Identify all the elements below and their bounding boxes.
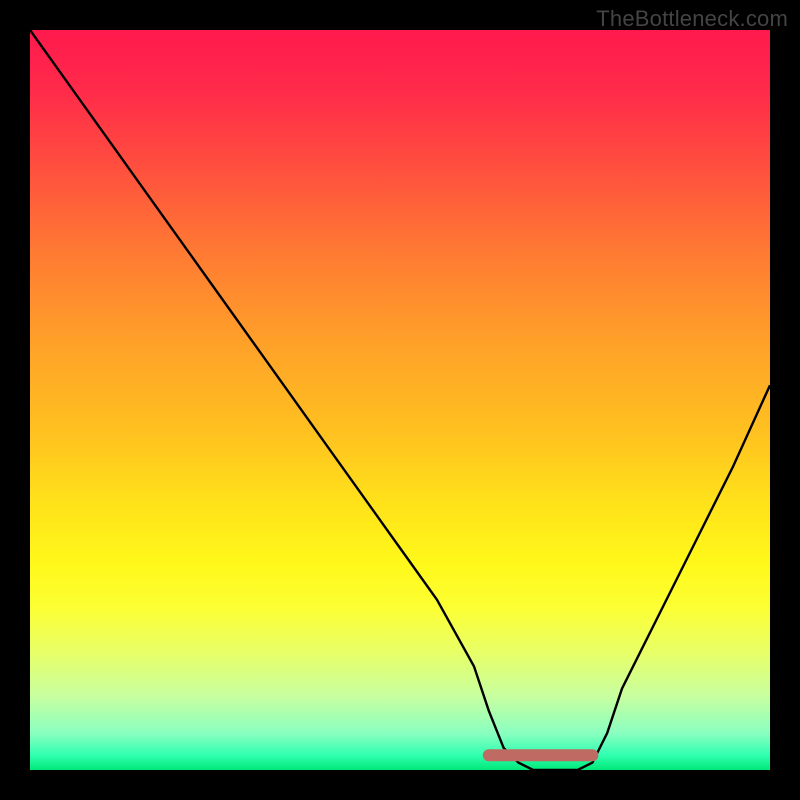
watermark-text: TheBottleneck.com <box>596 6 788 32</box>
curve-layer <box>30 30 770 770</box>
plot-area <box>30 30 770 770</box>
main-curve <box>30 30 770 770</box>
chart-frame: TheBottleneck.com <box>0 0 800 800</box>
